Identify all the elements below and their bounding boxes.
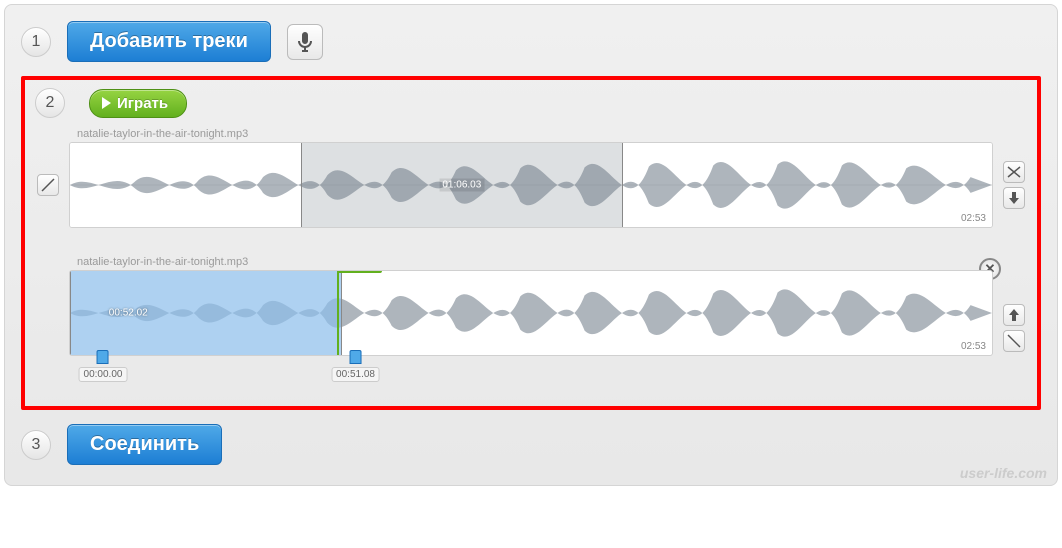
step-1-row: 1 Добавить треки [21, 13, 1041, 70]
step-2-highlighted: 2 Играть natalie-taylor-in-the-air-tonig… [21, 76, 1041, 410]
selection-region[interactable]: 00:52.02 [70, 271, 342, 355]
selection-time-label: 00:52.02 [109, 308, 148, 319]
fade-in-button[interactable] [37, 174, 59, 196]
track-left-controls [35, 174, 61, 196]
play-icon [102, 97, 111, 109]
marker-start-time: 00:00.00 [79, 367, 128, 382]
track-block-2: natalie-taylor-in-the-air-tonight.mp3 ✕ … [35, 256, 1027, 386]
track-block-1: natalie-taylor-in-the-air-tonight.mp3 [35, 128, 1027, 228]
join-button[interactable]: Соединить [67, 424, 222, 465]
move-up-button[interactable] [1003, 304, 1025, 326]
marker-handle-icon [97, 350, 109, 364]
marker-row: 00:00.00 00:51.08 [103, 356, 959, 386]
step-3-badge: 3 [21, 430, 51, 460]
selection-center-time: 01:06.03 [439, 179, 484, 192]
track-filename: natalie-taylor-in-the-air-tonight.mp3 [77, 256, 1027, 268]
fade-out-button[interactable] [1003, 330, 1025, 352]
audio-joiner-app: 1 Добавить треки 2 Играть natalie-taylor… [4, 4, 1058, 486]
play-label: Играть [117, 95, 168, 112]
step-3-row: 3 Соединить [21, 416, 1041, 473]
play-button[interactable]: Играть [89, 89, 187, 118]
fade-out-icon [1007, 334, 1021, 348]
playhead[interactable]: 00:50.05 [337, 270, 339, 356]
crossfade-button[interactable] [1003, 161, 1025, 183]
marker-handle-icon [350, 350, 362, 364]
fade-in-icon [41, 178, 55, 192]
record-mic-button[interactable] [287, 24, 323, 60]
track-duration: 02:53 [961, 213, 986, 224]
track-duration: 02:53 [961, 341, 986, 352]
track-row: 01:06.03 02:53 [35, 142, 1027, 228]
step-1-badge: 1 [21, 27, 51, 57]
track-filename: natalie-taylor-in-the-air-tonight.mp3 [77, 128, 1027, 140]
selection-end-marker[interactable]: 00:51.08 [331, 350, 380, 382]
move-down-button[interactable] [1003, 187, 1025, 209]
watermark: user-life.com [960, 465, 1047, 481]
waveform[interactable]: 01:06.03 02:53 [69, 142, 993, 228]
crossfade-icon [1007, 165, 1021, 179]
step-2-header: 2 Играть [35, 88, 1027, 118]
track-right-controls [1001, 304, 1027, 352]
waveform-container[interactable]: 01:06.03 02:53 [69, 142, 993, 228]
marker-end-time: 00:51.08 [331, 367, 380, 382]
add-tracks-button[interactable]: Добавить треки [67, 21, 271, 62]
arrow-up-icon [1008, 309, 1020, 321]
step-2-badge: 2 [35, 88, 65, 118]
selection-region[interactable]: 01:06.03 [301, 143, 624, 227]
waveform-container[interactable]: ✕ 00:52.02 00:50.05 02:53 [69, 270, 993, 386]
track-right-controls [1001, 161, 1027, 209]
arrow-down-icon [1008, 192, 1020, 204]
selection-start-marker[interactable]: 00:00.00 [79, 350, 128, 382]
microphone-icon [298, 32, 312, 52]
track-row: ✕ 00:52.02 00:50.05 02:53 [35, 270, 1027, 386]
playhead-time: 00:50.05 [337, 270, 382, 273]
waveform[interactable]: 00:52.02 00:50.05 02:53 [69, 270, 993, 356]
